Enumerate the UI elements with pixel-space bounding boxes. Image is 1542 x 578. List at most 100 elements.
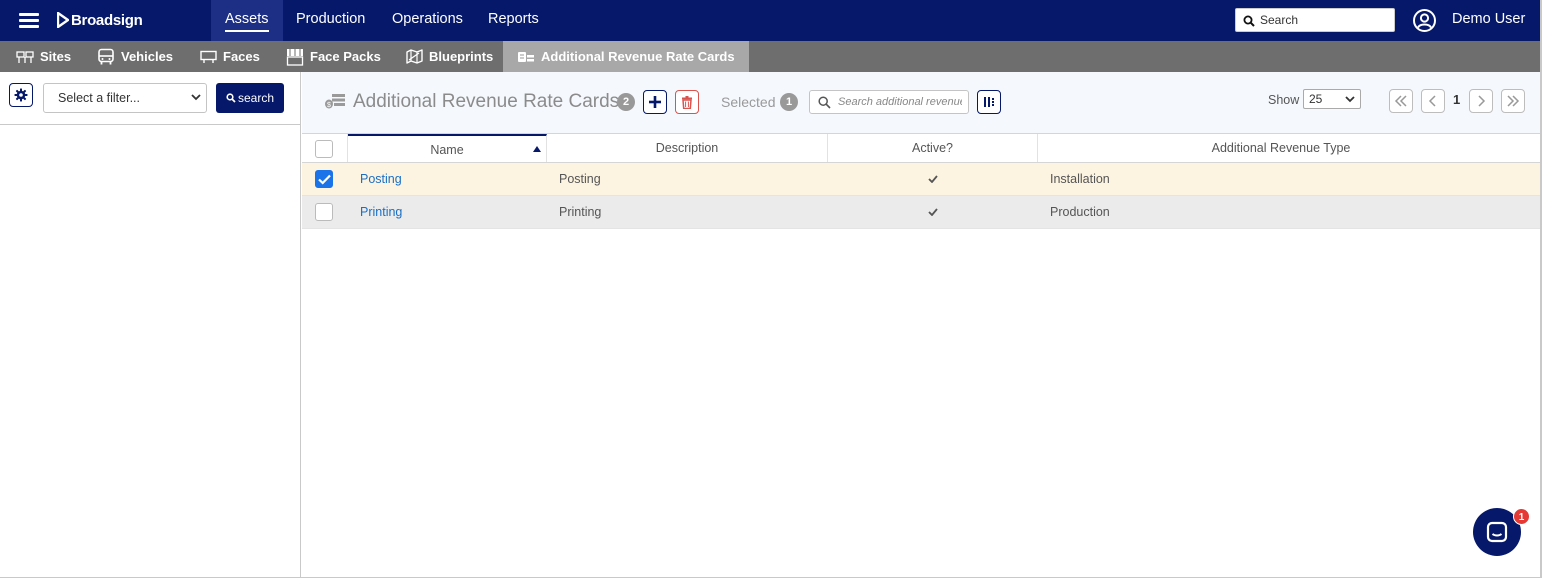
nav-tab-assets[interactable]: Assets <box>211 0 283 41</box>
add-button[interactable] <box>643 90 667 114</box>
subnav-tab-additional-revenue-rate-cards[interactable]: Additional Revenue Rate Cards <box>503 41 749 72</box>
bus-icon <box>98 48 114 64</box>
brand-name: Broadsign <box>71 11 143 29</box>
sub-nav: Sites Vehicles Faces Face Packs Blueprin… <box>0 41 1540 72</box>
nav-tab-operations[interactable]: Operations <box>378 0 477 41</box>
subnav-tab-faces[interactable]: Faces <box>200 41 260 72</box>
user-name[interactable]: Demo User <box>1452 11 1525 27</box>
nav-tab-production[interactable]: Production <box>282 0 379 41</box>
nav-tab-label: Production <box>296 11 366 27</box>
global-search-input[interactable] <box>1260 11 1390 29</box>
filter-toolbar: Select a filter... search <box>0 72 300 125</box>
chat-notification-badge: 1 <box>1513 508 1530 525</box>
search-icon <box>818 96 831 109</box>
rate-card-icon <box>518 51 534 62</box>
double-chevron-right-icon <box>1507 95 1520 107</box>
sites-icon <box>16 50 34 63</box>
row-description: Posting <box>559 172 601 186</box>
broadsign-logo-icon <box>57 12 69 28</box>
next-page-button[interactable] <box>1469 89 1493 113</box>
nav-tab-label: Reports <box>488 11 539 27</box>
subnav-tab-vehicles[interactable]: Vehicles <box>97 41 173 72</box>
nav-tab-label: Assets <box>225 11 269 32</box>
record-count-badge: 2 <box>617 93 635 111</box>
checkmark-icon <box>318 174 331 185</box>
column-header-label: Name <box>430 143 464 157</box>
page-size-label: Show <box>1268 93 1300 107</box>
table-search-input[interactable] <box>838 94 962 110</box>
table-row[interactable]: Posting Posting Installation <box>302 163 1540 196</box>
svg-text:$: $ <box>327 102 331 109</box>
sort-ascending-icon <box>533 146 541 152</box>
subnav-tab-label: Sites <box>40 49 72 64</box>
filter-settings-button[interactable] <box>9 83 33 107</box>
search-icon <box>226 93 236 103</box>
row-name-link[interactable]: Printing <box>360 196 402 228</box>
subnav-tab-label: Faces <box>223 49 260 64</box>
double-chevron-left-icon <box>1394 95 1407 107</box>
page-size-value: 25 <box>1309 92 1323 106</box>
nav-tab-reports[interactable]: Reports <box>474 0 553 41</box>
nav-tab-label: Operations <box>392 11 463 27</box>
row-checkbox[interactable] <box>315 170 333 188</box>
subnav-tab-label: Additional Revenue Rate Cards <box>541 49 735 64</box>
top-nav: Broadsign Assets Production Operations R… <box>0 0 1540 41</box>
column-header-label: Active? <box>912 141 953 155</box>
app-window: Broadsign Assets Production Operations R… <box>0 0 1542 578</box>
selected-count-badge: 1 <box>780 93 798 111</box>
page-title: Additional Revenue Rate Cards <box>353 91 620 112</box>
delete-button[interactable] <box>675 90 699 114</box>
row-description: Printing <box>559 205 602 219</box>
filter-select-value: Select a filter... <box>58 91 140 105</box>
column-header-additional-revenue-type[interactable]: Additional Revenue Type <box>1038 134 1524 162</box>
current-page: 1 <box>1453 92 1461 107</box>
gear-icon <box>14 88 28 102</box>
chevron-right-icon <box>1478 95 1486 107</box>
page-size-select[interactable]: 25 <box>1303 89 1361 109</box>
grid-toolbar: $ Additional Revenue Rate Cards 2 Select… <box>302 72 1540 133</box>
trash-icon <box>682 95 692 109</box>
columns-icon <box>984 97 994 107</box>
table-row[interactable]: Printing Printing Production <box>302 196 1540 229</box>
row-name-link[interactable]: Posting <box>360 163 402 195</box>
subnav-tab-label: Blueprints <box>429 49 494 64</box>
subnav-tab-label: Face Packs <box>310 49 381 64</box>
active-check-icon <box>928 175 938 183</box>
rate-card-icon: $ <box>325 94 345 109</box>
menu-icon[interactable] <box>19 13 39 28</box>
chat-icon <box>1486 521 1508 543</box>
billboard-icon <box>200 50 217 63</box>
checkbox-column-header <box>302 134 348 162</box>
data-grid: Name Description Active? Additional Reve… <box>302 133 1540 229</box>
table-search[interactable] <box>809 90 969 114</box>
face-pack-icon <box>286 48 304 66</box>
row-revenue-type: Installation <box>1050 172 1110 186</box>
filter-select[interactable]: Select a filter... <box>43 83 207 113</box>
user-avatar-icon[interactable] <box>1412 8 1437 33</box>
row-revenue-type: Production <box>1050 205 1110 219</box>
selected-label: Selected <box>721 94 776 110</box>
subnav-tab-face-packs[interactable]: Face Packs <box>286 41 381 72</box>
first-page-button[interactable] <box>1389 89 1413 113</box>
column-header-name[interactable]: Name <box>348 134 547 162</box>
subnav-tab-label: Vehicles <box>121 49 174 64</box>
filter-search-button[interactable]: search <box>216 83 284 113</box>
column-header-description[interactable]: Description <box>547 134 828 162</box>
chevron-left-icon <box>1428 95 1436 107</box>
filter-panel: Select a filter... search <box>0 72 301 577</box>
last-page-button[interactable] <box>1501 89 1525 113</box>
brand-logo[interactable]: Broadsign <box>57 10 143 30</box>
previous-page-button[interactable] <box>1421 89 1445 113</box>
chevron-down-icon <box>1345 96 1355 103</box>
column-header-active[interactable]: Active? <box>828 134 1038 162</box>
chevron-down-icon <box>191 94 201 101</box>
row-checkbox[interactable] <box>315 203 333 221</box>
global-search[interactable] <box>1235 8 1395 32</box>
column-header-label: Description <box>655 141 719 155</box>
subnav-tab-blueprints[interactable]: Blueprints <box>406 41 493 72</box>
plus-icon <box>649 96 661 108</box>
blueprint-icon <box>406 49 423 64</box>
subnav-tab-sites[interactable]: Sites <box>16 41 71 72</box>
search-icon <box>1243 15 1255 27</box>
column-chooser-button[interactable] <box>977 90 1001 114</box>
